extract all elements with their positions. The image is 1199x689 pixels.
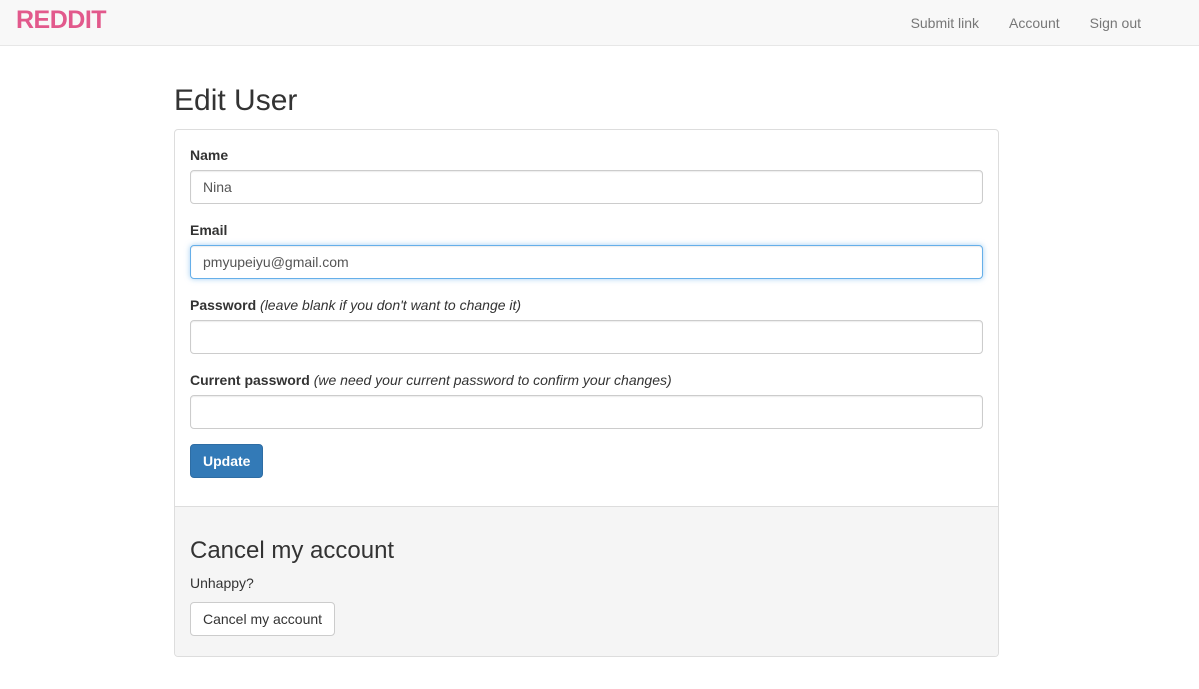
cancel-account-section: Cancel my account Unhappy? Cancel my acc… (175, 506, 998, 656)
navbar: REDDIT Submit link Account Sign out (0, 0, 1199, 46)
current-password-hint: (we need your current password to confir… (313, 372, 672, 388)
email-input[interactable] (190, 245, 983, 279)
brand-logo[interactable]: REDDIT (16, 6, 107, 35)
sign-out-nav[interactable]: Sign out (1090, 15, 1141, 31)
name-label-text: Name (190, 147, 229, 163)
password-hint: (leave blank if you don't want to change… (260, 297, 522, 313)
submit-link-nav[interactable]: Submit link (911, 15, 979, 31)
update-button[interactable]: Update (190, 444, 264, 478)
nav-links: Submit link Account Sign out (911, 0, 1141, 46)
account-nav[interactable]: Account (1009, 15, 1060, 31)
name-group: Name (190, 146, 983, 204)
cancel-account-button[interactable]: Cancel my account (190, 602, 336, 636)
password-label-text: Password (190, 297, 257, 313)
name-input[interactable] (190, 170, 983, 204)
current-password-input[interactable] (190, 395, 983, 429)
password-label: Password (leave blank if you don't want … (190, 296, 983, 314)
unhappy-text: Unhappy? (190, 575, 254, 591)
email-label: Email (190, 221, 983, 239)
cancel-account-heading: Cancel my account (190, 537, 395, 564)
password-input[interactable] (190, 320, 983, 354)
edit-user-form: Name Email Password (leave blank if you … (175, 130, 998, 506)
current-password-label: Current password (we need your current p… (190, 371, 983, 389)
edit-user-panel: Name Email Password (leave blank if you … (174, 129, 999, 657)
email-label-text: Email (190, 222, 228, 238)
email-group: Email (190, 221, 983, 279)
name-label: Name (190, 146, 983, 164)
current-password-label-text: Current password (190, 372, 310, 388)
page-title: Edit User (174, 84, 298, 117)
password-group: Password (leave blank if you don't want … (190, 296, 983, 354)
current-password-group: Current password (we need your current p… (190, 371, 983, 429)
